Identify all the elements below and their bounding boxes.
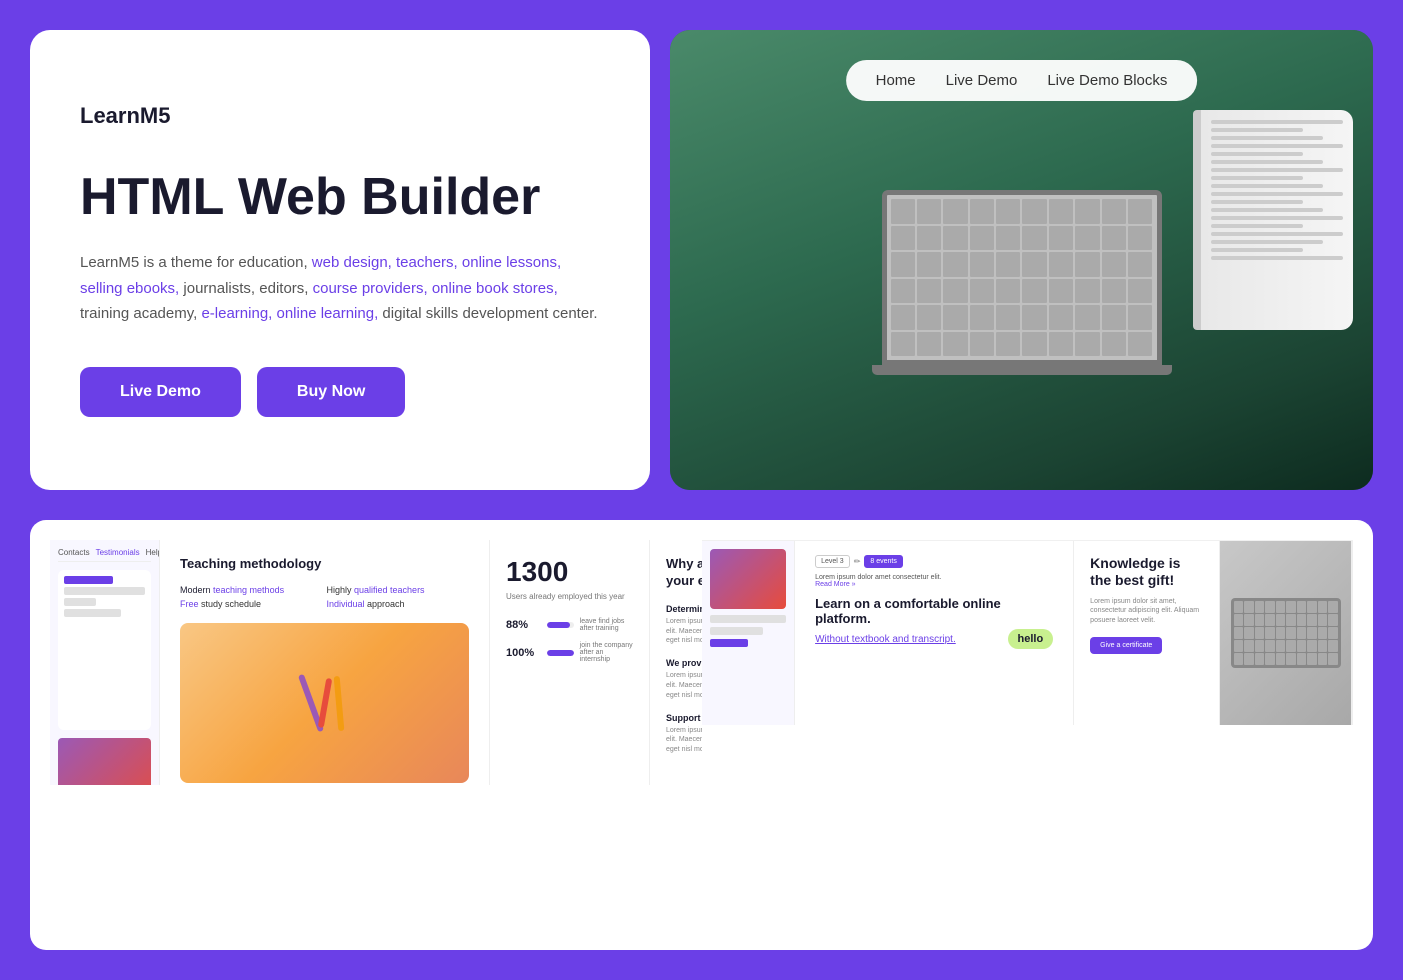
block-stats: 1300 Users already employed this year 88… bbox=[490, 540, 650, 785]
buy-now-button[interactable]: Buy Now bbox=[257, 367, 405, 417]
no-textbook-text: Without textbook and transcript. bbox=[815, 634, 956, 645]
stat-row-2: 100% join the company after an internshi… bbox=[506, 642, 633, 663]
lower-online-block: Level 3 ✏ 8 events Lorem ipsum dolor ame… bbox=[795, 541, 1074, 725]
app-nav-contacts[interactable]: Contacts bbox=[58, 548, 90, 557]
preview-upper-row: Contacts Testimonials Help Teaching meth… bbox=[50, 540, 702, 785]
laptop-base bbox=[872, 365, 1172, 375]
app-content bbox=[58, 570, 151, 730]
level-text: Lorem ipsum dolor amet consectetur elit. bbox=[815, 574, 941, 581]
teaching-grid: Modern teaching methods Highly qualified… bbox=[180, 585, 469, 609]
bottom-section: Contacts Testimonials Help Teaching meth… bbox=[0, 520, 1403, 980]
nav-overlay: Home Live Demo Live Demo Blocks bbox=[846, 60, 1198, 101]
why-item-title-2: We provide quality knowledge bbox=[666, 658, 702, 668]
logo: LearnM5 bbox=[80, 103, 600, 129]
nav-item-home[interactable]: Home bbox=[876, 72, 916, 89]
why-item-text-2: Lorem ipsum dolor sit amet, consectetur … bbox=[666, 671, 702, 700]
why-item-text-1: Lorem ipsum dolor sit amet, consectetur … bbox=[666, 617, 702, 646]
hello-badge: hello bbox=[1008, 629, 1054, 649]
level-info: Level 3 ✏ 8 events Lorem ipsum dolor ame… bbox=[815, 555, 941, 588]
stat-subtitle: Users already employed this year bbox=[506, 592, 633, 602]
hero-right-card: Home Live Demo Live Demo Blocks bbox=[670, 30, 1373, 490]
stat-row-1: 88% leave find jobs after training bbox=[506, 618, 633, 632]
preview-lower-row: Level 3 ✏ 8 events Lorem ipsum dolor ame… bbox=[702, 540, 1354, 725]
hero-title: HTML Web Builder bbox=[80, 169, 600, 226]
hero-image: Home Live Demo Live Demo Blocks bbox=[670, 30, 1373, 490]
why-item-title-3: Support at the start of a career bbox=[666, 713, 702, 723]
why-item-2: We provide quality knowledge Lorem ipsum… bbox=[666, 658, 702, 700]
top-section: LearnM5 HTML Web Builder LearnM5 is a th… bbox=[0, 0, 1403, 520]
stat-number: 1300 bbox=[506, 556, 633, 588]
block-teaching: Teaching methodology Modern teaching met… bbox=[160, 540, 490, 785]
laptop-keyboard bbox=[1231, 598, 1341, 668]
live-demo-button[interactable]: Live Demo bbox=[80, 367, 241, 417]
block-why: Why are we confident in your employment?… bbox=[650, 540, 702, 785]
why-item-3: Support at the start of a career Lorem i… bbox=[666, 713, 702, 755]
why-title: Why are we confident in your employment? bbox=[666, 556, 702, 590]
knowledge-title: Knowledge is the best gift! bbox=[1090, 555, 1203, 589]
lower-app-thumb bbox=[710, 549, 787, 609]
nav-item-live-demo[interactable]: Live Demo bbox=[946, 72, 1018, 89]
teaching-item-4: Individual approach bbox=[327, 599, 470, 609]
knowledge-text: Lorem ipsum dolor sit amet, consectetur … bbox=[1090, 597, 1203, 626]
nav-item-live-demo-blocks[interactable]: Live Demo Blocks bbox=[1047, 72, 1167, 89]
why-item-1: Determine the needs of the market Lorem … bbox=[666, 604, 702, 646]
app-nav-help[interactable]: Help bbox=[146, 548, 160, 557]
edit-icon: ✏ bbox=[854, 557, 861, 566]
lower-events-block bbox=[1352, 541, 1353, 725]
online-platform-text: Learn on a comfortable online platform. bbox=[815, 596, 1053, 626]
why-item-title-1: Determine the needs of the market bbox=[666, 604, 702, 614]
teaching-title: Teaching methodology bbox=[180, 556, 469, 571]
laptop-visual bbox=[852, 190, 1192, 410]
app-nav-testimonials[interactable]: Testimonials bbox=[96, 548, 140, 557]
stat-pct-2: 100% bbox=[506, 647, 541, 659]
hero-left-card: LearnM5 HTML Web Builder LearnM5 is a th… bbox=[30, 30, 650, 490]
lower-app-block bbox=[702, 541, 796, 725]
level-badge: Level 3 bbox=[815, 555, 850, 568]
teaching-image bbox=[180, 623, 469, 783]
stat-pct-1: 88% bbox=[506, 619, 541, 631]
laptop-screen bbox=[882, 190, 1162, 365]
book-visual bbox=[1193, 110, 1353, 330]
events-badge: 8 events bbox=[864, 555, 902, 568]
highlighter-shape bbox=[333, 675, 344, 730]
marker-shape bbox=[317, 678, 332, 728]
read-more-link[interactable]: Read More » bbox=[815, 581, 855, 588]
teaching-item-1: Modern teaching methods bbox=[180, 585, 323, 595]
stat-desc-2: join the company after an internship bbox=[580, 642, 633, 663]
lower-knowledge-block: Knowledge is the best gift! Lorem ipsum … bbox=[1074, 541, 1220, 725]
teaching-item-2: Highly qualified teachers bbox=[327, 585, 470, 595]
app-thumbnail bbox=[58, 738, 151, 785]
give-certificate-button[interactable]: Give a certificate bbox=[1090, 637, 1162, 654]
lower-laptop-block bbox=[1220, 541, 1352, 725]
hero-description: LearnM5 is a theme for education, web de… bbox=[80, 250, 600, 327]
teaching-item-3: Free study schedule bbox=[180, 599, 323, 609]
demo-strip: Contacts Testimonials Help Teaching meth… bbox=[30, 520, 1373, 950]
why-item-text-3: Lorem ipsum dolor sit amet, consectetur … bbox=[666, 726, 702, 755]
hero-buttons: Live Demo Buy Now bbox=[80, 367, 600, 417]
block-app-ui: Contacts Testimonials Help bbox=[50, 540, 160, 785]
app-nav: Contacts Testimonials Help bbox=[58, 548, 151, 562]
stat-desc-1: leave find jobs after training bbox=[580, 618, 633, 632]
